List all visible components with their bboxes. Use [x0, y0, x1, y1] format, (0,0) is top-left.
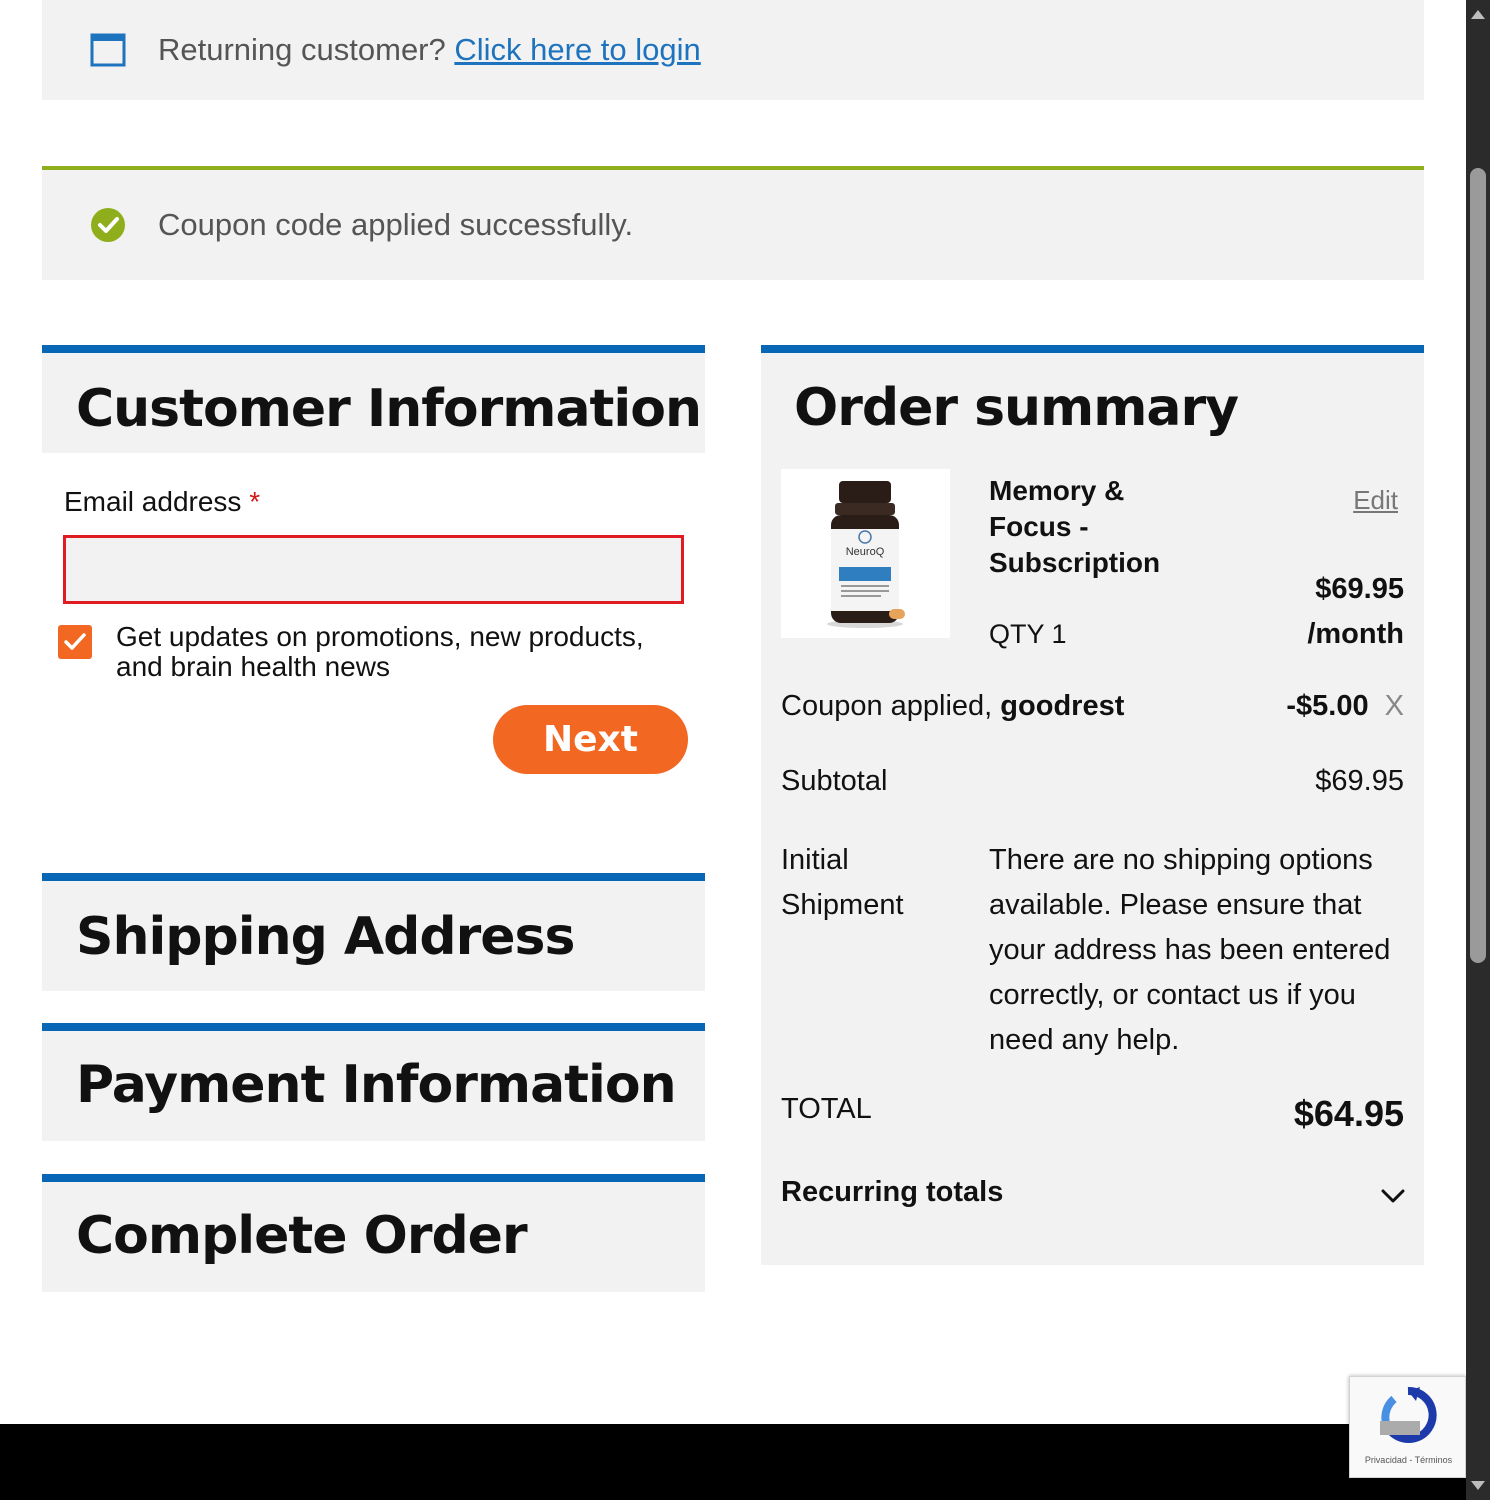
payment-information-title: Payment Information	[76, 1055, 677, 1115]
email-label-text: Email address	[64, 486, 242, 517]
coupon-discount: -$5.00	[1286, 690, 1369, 722]
coupon-label: Coupon applied,	[781, 690, 993, 722]
total-value: $64.95	[1293, 1093, 1404, 1134]
subtotal-value: $69.95	[1315, 765, 1404, 797]
supplement-bottle-icon: NeuroQ	[827, 481, 905, 628]
returning-customer-notice: Returning customer? Click here to login	[42, 0, 1424, 100]
login-link[interactable]: Click here to login	[454, 32, 700, 67]
recaptcha-logo-icon	[1380, 1386, 1437, 1443]
initial-shipment-label: Initial Shipment	[781, 838, 904, 928]
product-price-period: /month	[1307, 618, 1404, 650]
required-mark: *	[249, 486, 261, 517]
optin-label[interactable]: Get updates on promotions, new products,…	[116, 622, 696, 682]
scrollbar[interactable]	[1466, 0, 1490, 1500]
coupon-row-label: Coupon applied, goodrest	[781, 690, 1124, 723]
subtotal-label: Subtotal	[781, 765, 888, 797]
initial-shipment-label-line2: Shipment	[781, 889, 904, 921]
recaptcha-text[interactable]: Privacidad - Términos	[1350, 1455, 1467, 1465]
scrollbar-thumb[interactable]	[1470, 168, 1486, 963]
complete-order-title: Complete Order	[76, 1206, 528, 1266]
initial-shipment-label-line1: Initial	[781, 844, 849, 876]
checkmark-icon	[64, 633, 86, 650]
order-summary: Order summary NeuroQ Memory & Focus - Su…	[761, 345, 1424, 1265]
scroll-down-arrow-icon[interactable]	[1471, 1481, 1485, 1490]
product-price: $69.95 /month	[1307, 567, 1404, 657]
returning-customer-text: Returning customer? Click here to login	[158, 32, 701, 68]
order-summary-title: Order summary	[794, 378, 1239, 438]
payment-information-header[interactable]: Payment Information	[42, 1023, 705, 1141]
product-image-brand: NeuroQ	[846, 546, 885, 558]
product-price-amount: $69.95	[1315, 573, 1404, 605]
scroll-up-arrow-icon[interactable]	[1471, 10, 1485, 19]
product-name: Memory & Focus - Subscription	[989, 475, 1161, 578]
shipping-unavailable-message: There are no shipping options available.…	[989, 844, 1391, 1056]
page-footer	[0, 1424, 1466, 1500]
customer-information-header[interactable]: Customer Information	[42, 345, 705, 453]
chevron-down-icon[interactable]	[1378, 1181, 1408, 1211]
window-icon	[90, 33, 126, 67]
shipping-address-title: Shipping Address	[76, 907, 575, 967]
customer-information-title: Customer Information	[76, 379, 702, 439]
next-button[interactable]: Next	[493, 705, 688, 774]
email-label: Email address *	[64, 486, 260, 518]
coupon-row-value: -$5.00 X	[1286, 690, 1404, 723]
coupon-code: goodrest	[1000, 690, 1125, 722]
coupon-success-text: Coupon code applied successfully.	[158, 207, 634, 242]
edit-product-link[interactable]: Edit	[1353, 485, 1398, 516]
shipping-address-header[interactable]: Shipping Address	[42, 873, 705, 991]
optin-checkbox[interactable]	[58, 625, 92, 659]
total-label: TOTAL	[781, 1093, 872, 1125]
product-image: NeuroQ	[781, 469, 950, 638]
complete-order-header[interactable]: Complete Order	[42, 1174, 705, 1292]
email-input[interactable]	[63, 535, 684, 604]
product-quantity: QTY 1	[989, 619, 1067, 649]
recurring-totals-toggle[interactable]: Recurring totals	[781, 1176, 1003, 1209]
coupon-success-notice: Coupon code applied successfully.	[42, 166, 1424, 280]
remove-coupon-button[interactable]: X	[1385, 690, 1404, 722]
recaptcha-badge[interactable]: Privacidad - Términos	[1349, 1376, 1466, 1478]
returning-customer-prefix: Returning customer?	[158, 32, 446, 67]
check-circle-icon	[91, 208, 125, 242]
